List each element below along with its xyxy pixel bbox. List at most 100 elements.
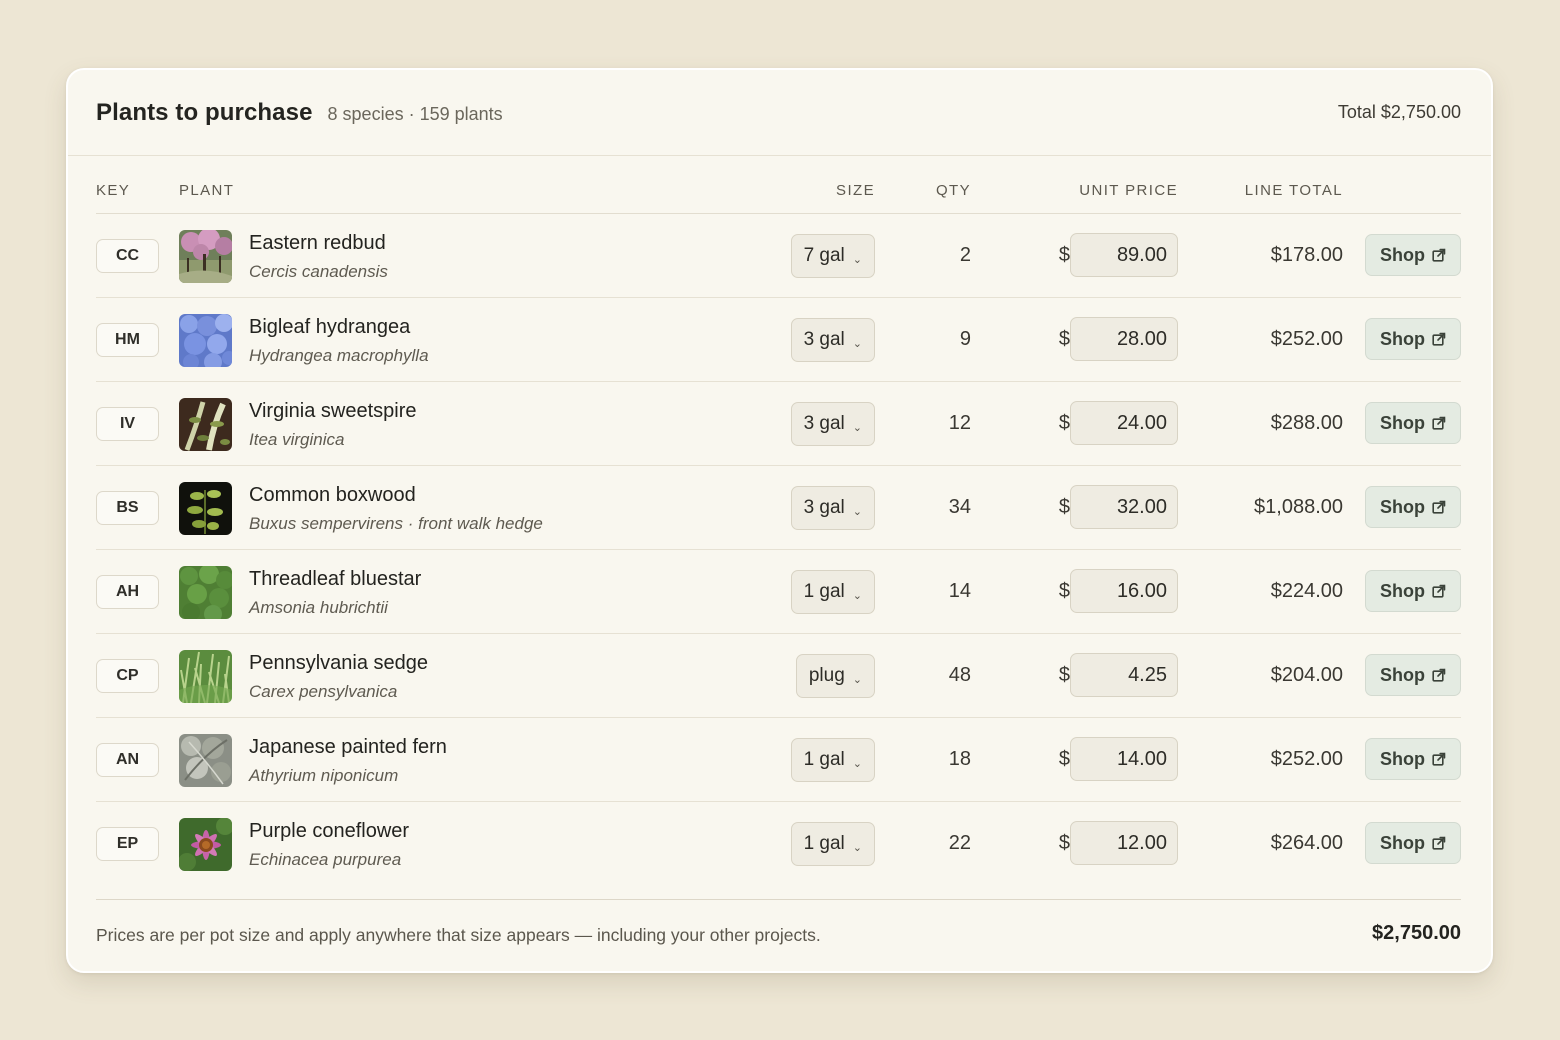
external-link-icon (1425, 500, 1446, 514)
column-header-key: KEY (96, 182, 131, 199)
table-body: CC Eastern redbud Cercis canadensis 7 gal ⌄ 2… (96, 214, 1461, 886)
table-row: EP Purple coneflower Echinacea purpurea 1 g… (96, 802, 1461, 886)
shop-label: Shop (1380, 412, 1425, 433)
plant-common-name: Purple coneflower (249, 820, 410, 842)
unit-price-input[interactable]: 4.25 (1070, 653, 1178, 697)
line-total-value: $204.00 (1270, 664, 1343, 686)
plant-scientific-name: Cercis canadensis (249, 262, 388, 281)
size-select[interactable]: 1 gal ⌄ (790, 822, 875, 866)
table-row: IV Virginia sweetspire Itea virginica 3 gal… (96, 382, 1461, 466)
pricing-note: Prices are per pot size and apply anywhe… (96, 925, 821, 945)
shop-button[interactable]: Shop (1365, 318, 1461, 360)
chevron-down-icon: ⌄ (852, 589, 862, 602)
currency-symbol: $ (1058, 832, 1070, 854)
shop-button[interactable]: Shop (1365, 486, 1461, 528)
chevron-down-icon: ⌄ (852, 505, 862, 518)
plant-thumbnail (179, 314, 232, 367)
quantity-value: 48 (948, 664, 971, 686)
chevron-down-icon: ⌄ (852, 421, 862, 434)
shop-label: Shop (1380, 244, 1425, 265)
plant-key-badge: EP (96, 827, 159, 861)
size-select[interactable]: 1 gal ⌄ (790, 570, 875, 614)
table-header: KEY PLANT SIZE QTY UNIT PRICE LINE TOTAL (96, 156, 1461, 214)
line-total-value: $288.00 (1270, 412, 1343, 434)
shop-button[interactable]: Shop (1365, 402, 1461, 444)
column-header-plant: PLANT (179, 182, 235, 199)
external-link-icon (1425, 836, 1446, 850)
table-row: AN Japanese painted fern Athyrium niponicu… (96, 718, 1461, 802)
shop-button[interactable]: Shop (1365, 570, 1461, 612)
size-value: 7 gal (803, 245, 845, 266)
size-value: 3 gal (803, 413, 845, 434)
plant-thumbnail (179, 650, 232, 703)
plant-scientific-name: Hydrangea macrophylla (249, 346, 429, 365)
plant-scientific-name: Athyrium niponicum (249, 766, 399, 785)
column-header-qty: QTY (935, 182, 971, 199)
external-link-icon (1425, 752, 1446, 766)
quantity-value: 12 (948, 412, 971, 434)
plant-common-name: Common boxwood (249, 484, 416, 506)
chevron-down-icon: ⌄ (852, 673, 862, 686)
external-link-icon (1425, 668, 1446, 682)
currency-symbol: $ (1058, 244, 1070, 266)
plant-key-badge: IV (96, 407, 159, 441)
line-total-value: $224.00 (1270, 580, 1343, 602)
species-count: 8 species · 159 plants (327, 104, 503, 124)
line-total-value: $252.00 (1270, 748, 1343, 770)
chevron-down-icon: ⌄ (852, 841, 862, 854)
shop-button[interactable]: Shop (1365, 234, 1461, 276)
shop-label: Shop (1380, 748, 1425, 769)
quantity-value: 22 (948, 832, 971, 854)
currency-symbol: $ (1058, 580, 1070, 602)
size-select[interactable]: 3 gal ⌄ (790, 402, 875, 446)
shop-label: Shop (1380, 580, 1425, 601)
size-select[interactable]: 3 gal ⌄ (790, 318, 875, 362)
plant-common-name: Pennsylvania sedge (249, 652, 429, 674)
shop-button[interactable]: Shop (1365, 822, 1461, 864)
table-row: HM Bigleaf hydrangea Hydrangea macrophylla… (96, 298, 1461, 382)
line-total-value: $264.00 (1270, 832, 1343, 854)
line-total-value: $252.00 (1270, 328, 1343, 350)
shop-label: Shop (1380, 328, 1425, 349)
line-total-value: $178.00 (1270, 244, 1343, 266)
unit-price-input[interactable]: 14.00 (1070, 737, 1178, 781)
quantity-value: 14 (948, 580, 971, 602)
plant-scientific-name: Buxus sempervirens · front walk hedge (249, 514, 543, 533)
quantity-value: 18 (948, 748, 971, 770)
unit-price-input[interactable]: 16.00 (1070, 569, 1178, 613)
grand-total: $2,750.00 (1372, 922, 1461, 944)
table-row: AH Threadleaf bluestar Amsonia hubrichtii 1… (96, 550, 1461, 634)
size-value: 1 gal (803, 749, 845, 770)
size-select[interactable]: plug ⌄ (795, 654, 875, 698)
table-row: BS Common boxwood Buxus sempervirens · fro… (96, 466, 1461, 550)
plant-scientific-name: Amsonia hubrichtii (249, 598, 388, 617)
plant-thumbnail (179, 734, 232, 787)
unit-price-input[interactable]: 32.00 (1070, 485, 1178, 529)
unit-price-input[interactable]: 24.00 (1070, 401, 1178, 445)
column-header-line-total: LINE TOTAL (1244, 182, 1343, 199)
plant-common-name: Threadleaf bluestar (249, 568, 422, 590)
chevron-down-icon: ⌄ (852, 757, 862, 770)
plant-key-badge: CC (96, 239, 159, 273)
plant-common-name: Eastern redbud (249, 232, 386, 254)
plant-key-badge: BS (96, 491, 159, 525)
size-select[interactable]: 3 gal ⌄ (790, 486, 875, 530)
chevron-down-icon: ⌄ (852, 253, 862, 266)
page-title: Plants to purchase (96, 98, 313, 126)
chevron-down-icon: ⌄ (852, 337, 862, 350)
size-select[interactable]: 1 gal ⌄ (790, 738, 875, 782)
currency-symbol: $ (1058, 748, 1070, 770)
shop-button[interactable]: Shop (1365, 654, 1461, 696)
unit-price-input[interactable]: 28.00 (1070, 317, 1178, 361)
external-link-icon (1425, 332, 1446, 346)
shop-button[interactable]: Shop (1365, 738, 1461, 780)
plant-common-name: Virginia sweetspire (249, 400, 417, 422)
unit-price-input[interactable]: 12.00 (1070, 821, 1178, 865)
plant-common-name: Bigleaf hydrangea (249, 316, 411, 338)
currency-symbol: $ (1058, 496, 1070, 518)
unit-price-input[interactable]: 89.00 (1070, 233, 1178, 277)
column-header-size: SIZE (836, 182, 875, 199)
size-select[interactable]: 7 gal ⌄ (790, 234, 875, 278)
plant-thumbnail (179, 398, 232, 451)
shop-label: Shop (1380, 496, 1425, 517)
